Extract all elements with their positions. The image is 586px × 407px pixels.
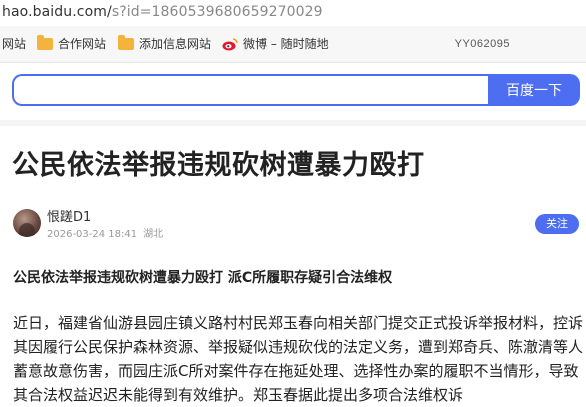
author-avatar[interactable] — [13, 209, 41, 237]
search-input[interactable] — [12, 74, 504, 106]
address-bar[interactable]: hao.baidu.com/s?id=1860539680659270029 — [0, 0, 586, 24]
bookmark-label: 微博 – 随时随地 — [243, 37, 329, 51]
article-paragraph: 近日，福建省仙游县园庄镇义路村村民郑玉春向相关部门提交正式投诉举报材料，控诉其因… — [13, 314, 584, 404]
section-divider — [0, 120, 586, 126]
article-meta: 2026-03-24 18:41 湖北 — [47, 229, 163, 241]
weibo-icon — [222, 37, 238, 51]
publish-date: 2026-03-24 18:41 — [47, 229, 138, 240]
author-name[interactable]: 恨蹉D1 — [47, 210, 91, 226]
article-title: 公民依法举报违规砍树遭暴力殴打 — [12, 150, 425, 181]
baidu-search-button[interactable]: 百度一下 — [488, 74, 580, 106]
bookmarks-bar: 网站 合作网站 添加信息网站 微博 – 随时随地 YY062095 — [0, 26, 586, 63]
folder-icon — [118, 35, 134, 50]
article-subtitle: 公民依法举报违规砍树遭暴力殴打 派C所履职存疑引合法维权 — [13, 270, 393, 286]
bookmark-add-info-sites[interactable]: 添加信息网站 — [118, 35, 212, 52]
publish-location: 湖北 — [143, 229, 164, 240]
watermark-text: YY062095 — [454, 38, 510, 50]
url-text[interactable]: hao.baidu.com/s?id=1860539680659270029 — [2, 3, 323, 21]
search-box: 百度一下 — [12, 74, 580, 106]
bookmark-website[interactable]: 网站 — [2, 36, 26, 52]
bookmark-label: 合作网站 — [58, 37, 107, 51]
bookmark-label: 网站 — [2, 37, 27, 51]
follow-button[interactable]: 关注 — [535, 214, 579, 234]
url-host: hao.baidu.com/ — [2, 4, 112, 20]
url-path: s?id=1860539680659270029 — [111, 4, 323, 20]
bookmark-label: 添加信息网站 — [139, 37, 212, 51]
folder-icon — [37, 35, 53, 50]
bookmark-weibo[interactable]: 微博 – 随时随地 — [222, 36, 332, 52]
bookmark-partner-sites[interactable]: 合作网站 — [37, 35, 107, 52]
